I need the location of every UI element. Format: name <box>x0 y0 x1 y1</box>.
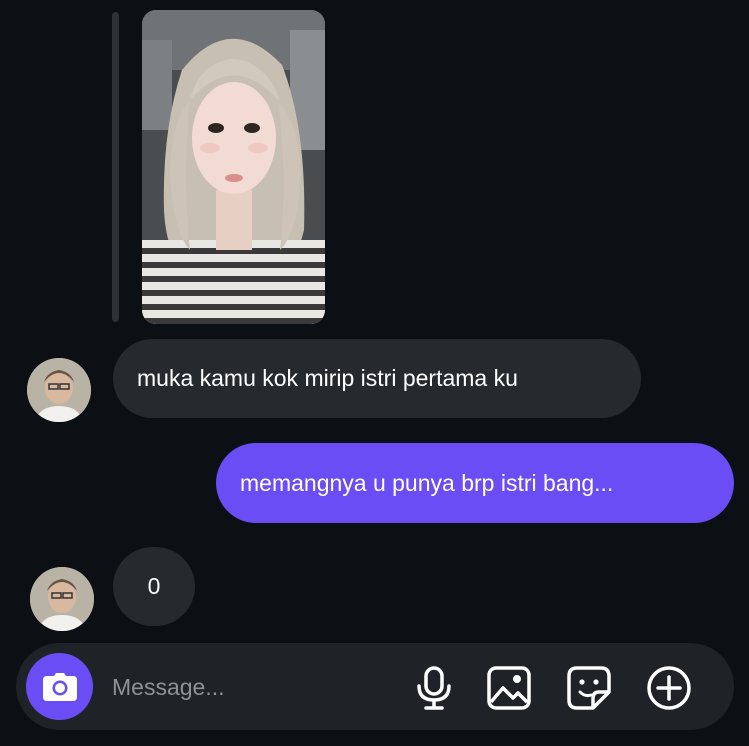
gallery-button[interactable] <box>486 665 532 711</box>
incoming-message[interactable]: muka kamu kok mirip istri pertama ku <box>113 339 641 418</box>
incoming-message[interactable]: 0 <box>113 547 195 626</box>
message-text: memangnya u punya brp istri bang... <box>240 469 614 496</box>
chat-screen: muka kamu kok mirip istri pertama ku mem… <box>0 0 749 746</box>
reply-indicator-bar <box>112 12 119 322</box>
sender-avatar[interactable] <box>27 358 91 422</box>
add-button[interactable] <box>646 665 692 711</box>
shared-photo[interactable] <box>142 10 325 324</box>
outgoing-message[interactable]: memangnya u punya brp istri bang... <box>216 443 734 523</box>
sticker-button[interactable] <box>566 665 612 711</box>
message-text: muka kamu kok mirip istri pertama ku <box>137 365 518 391</box>
camera-icon <box>42 672 77 701</box>
microphone-icon <box>417 666 451 710</box>
sender-avatar[interactable] <box>30 567 94 631</box>
camera-button[interactable] <box>26 653 93 720</box>
message-composer <box>16 643 734 730</box>
add-icon <box>647 666 691 710</box>
message-text: 0 <box>147 573 161 599</box>
gallery-icon <box>487 666 531 710</box>
microphone-button[interactable] <box>411 665 457 711</box>
message-input[interactable] <box>112 669 392 705</box>
sticker-icon <box>567 666 611 710</box>
